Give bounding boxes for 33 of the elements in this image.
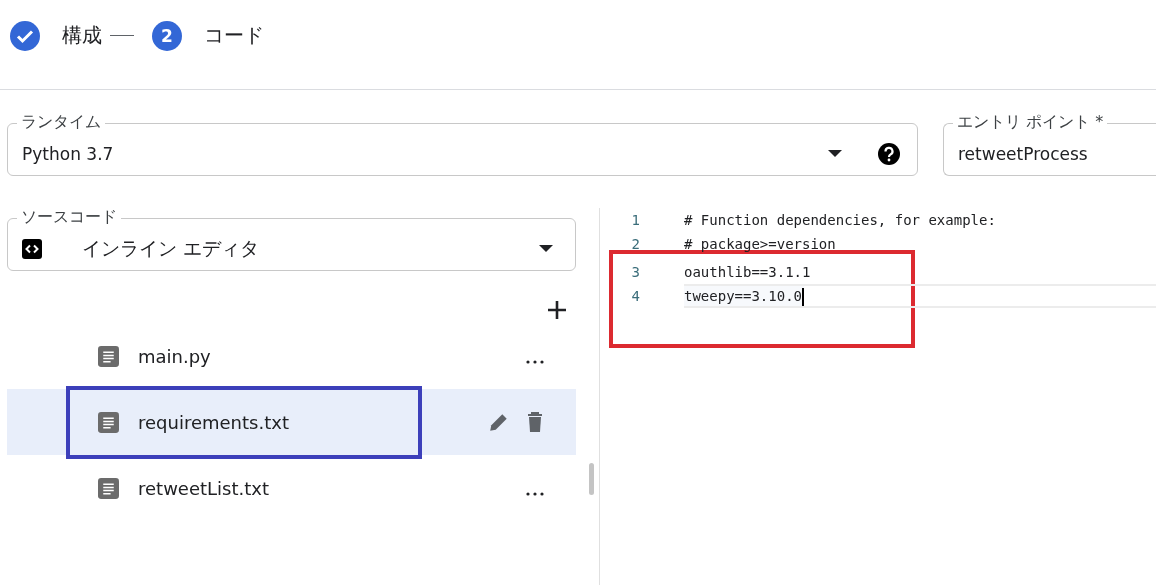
field-value: Python 3.7	[22, 143, 115, 164]
code-line: oauthlib==3.1.1	[684, 263, 811, 282]
file-name: requirements.txt	[138, 411, 289, 433]
document-icon	[98, 477, 119, 499]
line-number: 4	[630, 288, 641, 304]
document-icon	[98, 345, 119, 367]
code-line: # Function dependencies, for example:	[684, 211, 996, 230]
file-name: main.py	[138, 345, 211, 367]
field-label: ランタイム	[17, 112, 105, 132]
field-value: retweetProcess	[958, 143, 1088, 164]
code-line: # package>=version	[684, 235, 836, 254]
code-icon	[22, 238, 42, 259]
field-label: エントリ ポイント *	[953, 112, 1108, 132]
help-icon[interactable]	[878, 142, 900, 165]
caret-icon	[539, 245, 553, 252]
document-icon	[98, 411, 119, 433]
more-icon[interactable]	[526, 360, 544, 364]
line-number: 2	[630, 236, 641, 252]
add-icon[interactable]	[548, 301, 566, 319]
pencil-icon[interactable]	[488, 411, 510, 433]
field-value: インライン エディタ	[82, 235, 261, 261]
step-label: 構成	[62, 22, 102, 49]
step-label: コード	[204, 22, 264, 49]
more-icon[interactable]	[526, 492, 544, 496]
scrollbar[interactable]	[589, 463, 594, 495]
step-number: 2	[152, 20, 182, 51]
caret-icon	[828, 150, 842, 157]
file-item[interactable]: retweetList.txt	[7, 455, 576, 521]
file-name: retweetList.txt	[138, 477, 270, 499]
field-label: ソースコード	[17, 207, 121, 227]
line-number: 1	[630, 212, 641, 228]
file-item[interactable]: main.py	[7, 323, 576, 389]
line-number: 3	[630, 264, 641, 280]
